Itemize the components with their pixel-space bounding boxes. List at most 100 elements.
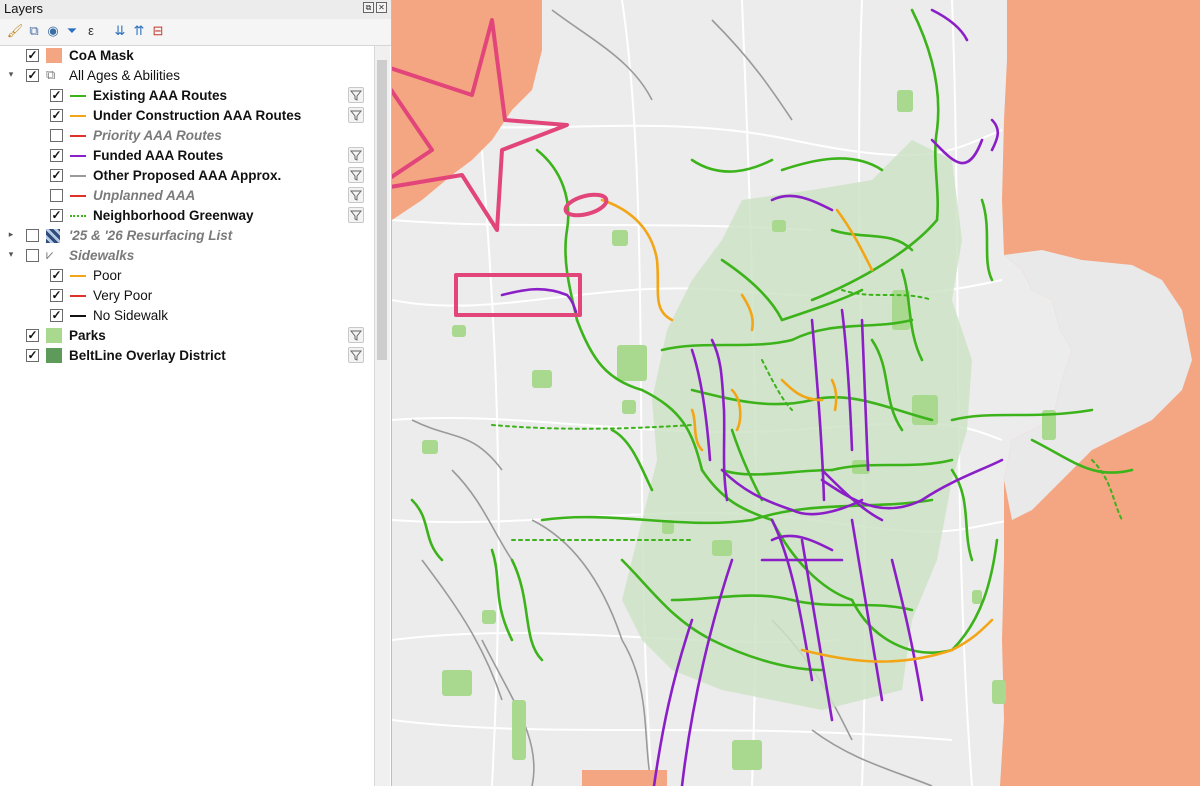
layer-visibility-checkbox[interactable]: [26, 229, 39, 242]
panel-title: Layers: [4, 1, 44, 16]
raster-symbol-icon: [46, 229, 60, 243]
layer-visibility-checkbox[interactable]: [50, 189, 63, 202]
layer-visibility-checkbox[interactable]: ✓: [50, 289, 63, 302]
layer-filter-icon[interactable]: [348, 167, 364, 183]
layer-tree: ✓ CoA Mask ▾ ✓ ⧉ All Ages & Abilities ✓ Existin…: [0, 46, 374, 786]
close-panel-icon[interactable]: ✕: [376, 2, 387, 13]
layer-visibility-checkbox[interactable]: [50, 129, 63, 142]
layer-label: All Ages & Abilities: [69, 68, 181, 83]
fill-symbol-icon: [46, 48, 62, 63]
park-polygon: [452, 325, 466, 337]
add-group-icon[interactable]: ⧉: [25, 22, 43, 40]
layer-label: CoA Mask: [69, 48, 134, 63]
expand-all-icon[interactable]: ⇊: [111, 22, 129, 40]
layer-row-neighborhood-greenway[interactable]: ✓ Neighborhood Greenway: [0, 206, 372, 226]
layer-row-all-ages-abilities[interactable]: ▾ ✓ ⧉ All Ages & Abilities: [0, 66, 372, 86]
layer-row-priority-aaa-routes[interactable]: Priority AAA Routes: [0, 126, 372, 146]
layer-filter-icon[interactable]: [348, 187, 364, 203]
filter-legend-icon[interactable]: ⏷: [63, 22, 81, 40]
expression-filter-icon[interactable]: ε: [82, 22, 100, 40]
layer-label: Parks: [69, 328, 106, 343]
park-polygon: [622, 400, 636, 414]
layer-group-icon: ⧉: [46, 67, 56, 82]
layer-row-funded-aaa-routes[interactable]: ✓ Funded AAA Routes: [0, 146, 372, 166]
line-symbol-icon: [70, 295, 86, 297]
remove-layer-icon[interactable]: ⊟: [149, 22, 167, 40]
park-polygon: [617, 345, 647, 381]
collapse-all-icon[interactable]: ⇈: [130, 22, 148, 40]
layer-visibility-checkbox[interactable]: ✓: [50, 269, 63, 282]
visibility-eye-icon[interactable]: ◉: [44, 22, 62, 40]
park-polygon: [442, 670, 472, 696]
fill-symbol-icon: [46, 328, 62, 343]
style-manager-icon[interactable]: 🖌: [6, 22, 24, 40]
layer-visibility-checkbox[interactable]: ✓: [26, 69, 39, 82]
layer-label: Priority AAA Routes: [93, 128, 222, 143]
line-symbol-icon: [70, 175, 86, 177]
layer-label: Very Poor: [93, 288, 153, 303]
layer-row-under-construction-aaa-routes[interactable]: ✓ Under Construction AAA Routes: [0, 106, 372, 126]
park-polygon: [482, 610, 496, 624]
layer-row-parks[interactable]: ✓ Parks: [0, 326, 372, 346]
scrollbar-thumb[interactable]: [377, 60, 387, 360]
layer-label: Existing AAA Routes: [93, 88, 228, 103]
layer-filter-icon[interactable]: [348, 147, 364, 163]
line-symbol-icon: [70, 155, 86, 157]
layer-visibility-checkbox[interactable]: ✓: [50, 309, 63, 322]
layer-label: Unplanned AAA: [93, 188, 196, 203]
layer-label: Under Construction AAA Routes: [93, 108, 302, 123]
line-symbol-icon: [70, 195, 86, 197]
park-polygon: [732, 740, 762, 770]
layer-tree-scrollbar[interactable]: [374, 46, 390, 786]
layer-visibility-checkbox[interactable]: ✓: [26, 49, 39, 62]
layers-toolbar: 🖌 ⧉ ◉ ⏷ ε ⇊ ⇈ ⊟: [0, 19, 391, 46]
park-polygon: [512, 700, 526, 760]
layer-filter-icon[interactable]: [348, 207, 364, 223]
layer-row-poor[interactable]: ✓ Poor: [0, 266, 372, 286]
layer-visibility-checkbox[interactable]: ✓: [50, 149, 63, 162]
layer-row-other-proposed-aaa-approx[interactable]: ✓ Other Proposed AAA Approx.: [0, 166, 372, 186]
line-symbol-icon: [70, 95, 86, 97]
layer-visibility-checkbox[interactable]: ✓: [50, 209, 63, 222]
layer-row-sidewalks[interactable]: ▾ ⩗ Sidewalks: [0, 246, 372, 266]
park-polygon: [422, 440, 438, 454]
layer-filter-icon[interactable]: [348, 107, 364, 123]
layer-visibility-checkbox[interactable]: ✓: [50, 89, 63, 102]
park-polygon: [772, 220, 786, 232]
layer-label: Sidewalks: [69, 248, 135, 263]
layer-row-beltline-overlay-district[interactable]: ✓ BeltLine Overlay District: [0, 346, 372, 366]
collapse-arrow-icon[interactable]: ▾: [6, 249, 16, 260]
line-symbol-icon: [70, 115, 86, 117]
layer-row-no-sidewalk[interactable]: ✓ No Sidewalk: [0, 306, 372, 326]
expand-arrow-icon[interactable]: ▸: [6, 229, 16, 240]
collapse-arrow-icon[interactable]: ▾: [6, 69, 16, 80]
layer-visibility-checkbox[interactable]: [26, 249, 39, 262]
layer-filter-icon[interactable]: [348, 87, 364, 103]
layer-visibility-checkbox[interactable]: ✓: [50, 169, 63, 182]
layer-label: BeltLine Overlay District: [69, 348, 226, 363]
layer-row-unplanned-aaa[interactable]: Unplanned AAA: [0, 186, 372, 206]
dotted-line-symbol-icon: [70, 215, 86, 217]
park-polygon: [972, 590, 982, 604]
park-polygon: [992, 680, 1006, 704]
float-panel-icon[interactable]: ⧉: [363, 2, 374, 13]
map-svg[interactable]: [392, 0, 1200, 786]
line-symbol-icon: [70, 135, 86, 137]
park-polygon: [532, 370, 552, 388]
line-symbol-icon: [70, 315, 86, 317]
layer-filter-icon[interactable]: [348, 347, 364, 363]
layer-visibility-checkbox[interactable]: ✓: [26, 329, 39, 342]
layer-row-coa-mask[interactable]: ✓ CoA Mask: [0, 46, 372, 66]
map-canvas[interactable]: [392, 0, 1200, 786]
layer-row-25-26-resurfacing-list[interactable]: ▸ '25 & '26 Resurfacing List: [0, 226, 372, 246]
layer-visibility-checkbox[interactable]: ✓: [50, 109, 63, 122]
layer-visibility-checkbox[interactable]: ✓: [26, 349, 39, 362]
park-polygon: [712, 540, 732, 556]
fill-symbol-icon: [46, 348, 62, 363]
layer-row-existing-aaa-routes[interactable]: ✓ Existing AAA Routes: [0, 86, 372, 106]
sidewalk-group-icon: ⩗: [46, 247, 54, 262]
layer-label: Poor: [93, 268, 122, 283]
layer-filter-icon[interactable]: [348, 327, 364, 343]
layers-panel: Layers ⧉ ✕ 🖌 ⧉ ◉ ⏷ ε ⇊ ⇈ ⊟ ✓ CoA Mask ▾ ✓ ⧉ All Ages…: [0, 0, 392, 786]
layer-row-very-poor[interactable]: ✓ Very Poor: [0, 286, 372, 306]
